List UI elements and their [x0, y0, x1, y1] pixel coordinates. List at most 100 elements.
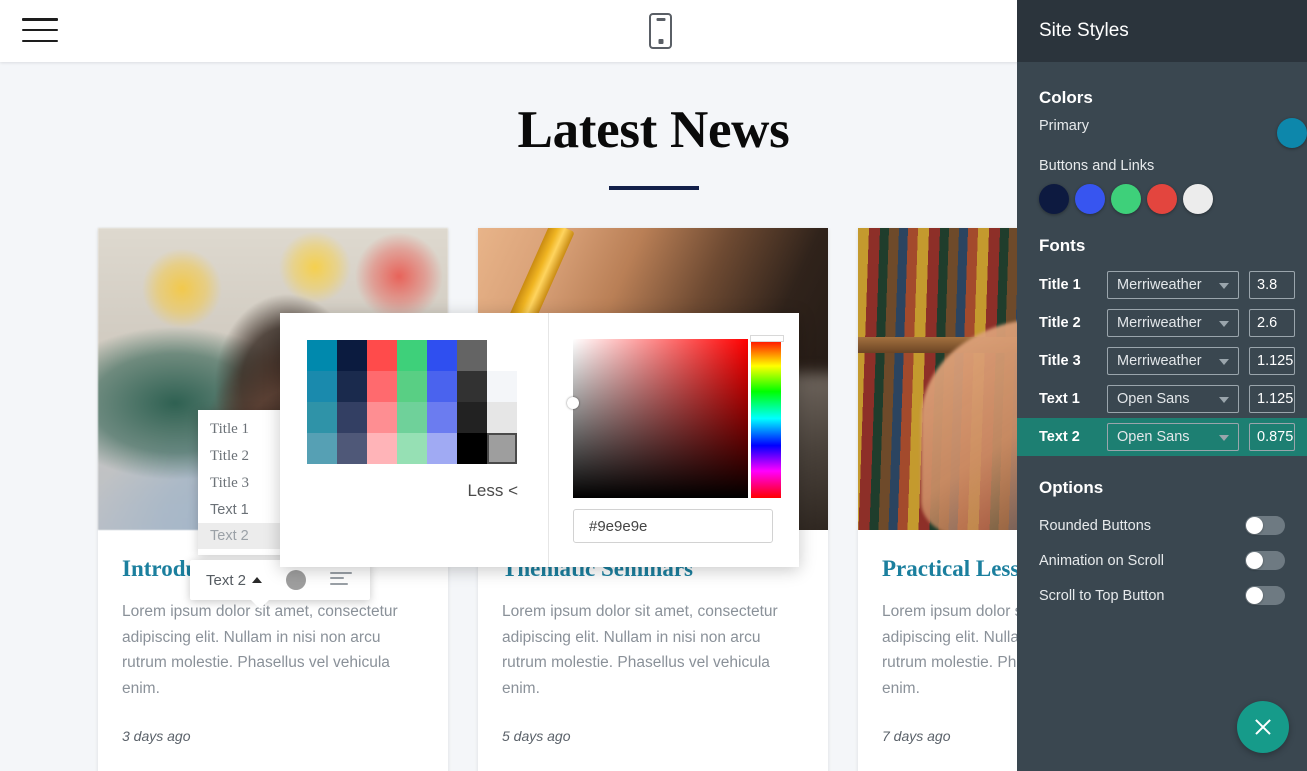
mobile-phone-icon[interactable]	[649, 13, 672, 49]
color-swatch[interactable]	[457, 433, 487, 464]
font-row-label: Text 2	[1039, 429, 1097, 445]
color-swatch[interactable]	[457, 371, 487, 402]
panel-body: Colors Primary Buttons and Links Fonts T…	[1017, 62, 1307, 613]
color-swatch[interactable]	[427, 402, 457, 433]
button-link-color-swatch[interactable]	[1039, 184, 1069, 214]
option-row: Animation on Scroll	[1039, 543, 1285, 578]
font-family-select[interactable]: Open Sans	[1107, 423, 1239, 451]
color-swatch[interactable]	[487, 340, 517, 371]
news-card-date: 5 days ago	[502, 728, 804, 744]
saturation-value-cursor[interactable]	[567, 397, 579, 409]
font-size-input[interactable]: 0.875	[1249, 423, 1295, 451]
color-swatch[interactable]	[397, 433, 427, 464]
color-swatch[interactable]	[397, 371, 427, 402]
color-swatch[interactable]	[307, 402, 337, 433]
title-divider	[609, 186, 699, 190]
option-toggle[interactable]	[1245, 586, 1285, 605]
font-family-value: Open Sans	[1117, 391, 1190, 407]
color-swatch-grid[interactable]	[307, 340, 517, 464]
option-label: Scroll to Top Button	[1039, 588, 1164, 604]
color-swatch[interactable]	[427, 340, 457, 371]
button-link-color-swatch[interactable]	[1075, 184, 1105, 214]
color-swatch[interactable]	[337, 340, 367, 371]
color-swatch[interactable]	[307, 371, 337, 402]
news-card-text[interactable]: Lorem ipsum dolor sit amet, consectetur …	[122, 599, 424, 702]
options-section-heading: Options	[1039, 478, 1285, 498]
color-swatch[interactable]	[367, 371, 397, 402]
option-label: Animation on Scroll	[1039, 553, 1164, 569]
font-row: Title 2Merriweather2.6	[1017, 304, 1307, 342]
option-row: Scroll to Top Button	[1039, 578, 1285, 613]
color-swatch[interactable]	[337, 371, 367, 402]
color-swatch[interactable]	[367, 340, 397, 371]
button-link-color-swatch[interactable]	[1183, 184, 1213, 214]
text-color-swatch[interactable]	[286, 570, 306, 590]
color-swatch[interactable]	[397, 402, 427, 433]
color-swatch[interactable]	[397, 340, 427, 371]
color-swatch[interactable]	[337, 402, 367, 433]
panel-header: Site Styles	[1017, 0, 1307, 62]
font-row: Title 1Merriweather3.8	[1017, 266, 1307, 304]
color-swatch[interactable]	[487, 433, 517, 464]
app-root: Latest News Introduction Lorem ipsum dol…	[0, 0, 1307, 771]
hex-color-input[interactable]: #9e9e9e	[573, 509, 773, 543]
hamburger-menu-icon[interactable]	[22, 14, 58, 46]
option-rows: Rounded Buttons Animation on Scroll Scroll…	[1039, 508, 1285, 613]
color-swatch[interactable]	[367, 402, 397, 433]
color-swatch[interactable]	[307, 433, 337, 464]
font-size-input[interactable]: 1.125	[1249, 385, 1295, 413]
option-row: Rounded Buttons	[1039, 508, 1285, 543]
site-styles-panel: Site Styles Colors Primary Buttons and L…	[1017, 0, 1307, 771]
font-family-value: Merriweather	[1117, 315, 1202, 331]
option-toggle[interactable]	[1245, 551, 1285, 570]
color-swatch[interactable]	[307, 340, 337, 371]
chevron-down-icon	[1219, 359, 1229, 365]
font-family-select[interactable]: Open Sans	[1107, 385, 1239, 413]
color-swatch[interactable]	[427, 371, 457, 402]
close-x-icon[interactable]	[1237, 701, 1289, 753]
chevron-down-icon	[1219, 435, 1229, 441]
primary-color-row: Primary	[1039, 118, 1285, 152]
color-swatch[interactable]	[457, 402, 487, 433]
news-card-text[interactable]: Lorem ipsum dolor sit amet, consectetur …	[502, 599, 804, 702]
color-picker-custom: #9e9e9e	[549, 313, 799, 567]
font-size-input[interactable]: 2.6	[1249, 309, 1295, 337]
primary-color-label: Primary	[1039, 118, 1285, 134]
saturation-value-gradient[interactable]	[573, 339, 748, 498]
font-family-select[interactable]: Merriweather	[1107, 271, 1239, 299]
color-picker-popup[interactable]: Less < #9e9e9e	[280, 313, 799, 567]
text-style-selector[interactable]: Text 2	[190, 572, 262, 589]
colors-section-heading: Colors	[1039, 88, 1285, 108]
font-family-select[interactable]: Merriweather	[1107, 309, 1239, 337]
font-family-select[interactable]: Merriweather	[1107, 347, 1239, 375]
font-rows: Title 1Merriweather3.8Title 2Merriweathe…	[1039, 266, 1285, 456]
panel-title: Site Styles	[1039, 20, 1129, 42]
color-picker-presets: Less <	[280, 313, 549, 567]
less-toggle-link[interactable]: Less <	[467, 481, 518, 501]
news-card-date: 3 days ago	[122, 728, 424, 744]
font-row: Text 1 Open Sans 1.125	[1017, 380, 1307, 418]
color-swatch[interactable]	[457, 340, 487, 371]
primary-color-swatch[interactable]	[1277, 118, 1307, 148]
option-label: Rounded Buttons	[1039, 518, 1151, 534]
color-swatch[interactable]	[487, 371, 517, 402]
font-row: Title 3Merriweather1.125	[1017, 342, 1307, 380]
chevron-down-icon	[1219, 283, 1229, 289]
font-family-value: Merriweather	[1117, 353, 1202, 369]
button-link-color-swatch[interactable]	[1147, 184, 1177, 214]
align-left-icon[interactable]	[330, 572, 352, 589]
font-size-input[interactable]: 3.8	[1249, 271, 1295, 299]
buttons-links-swatches[interactable]	[1039, 184, 1285, 214]
font-row: Text 2 Open Sans 0.875	[1017, 418, 1307, 456]
font-family-value: Open Sans	[1117, 429, 1190, 445]
color-swatch[interactable]	[337, 433, 367, 464]
option-toggle[interactable]	[1245, 516, 1285, 535]
color-swatch[interactable]	[427, 433, 457, 464]
color-swatch[interactable]	[487, 402, 517, 433]
font-row-label: Text 1	[1039, 391, 1097, 407]
hue-slider[interactable]	[751, 339, 781, 498]
button-link-color-swatch[interactable]	[1111, 184, 1141, 214]
font-size-input[interactable]: 1.125	[1249, 347, 1295, 375]
chevron-down-icon	[1219, 397, 1229, 403]
color-swatch[interactable]	[367, 433, 397, 464]
